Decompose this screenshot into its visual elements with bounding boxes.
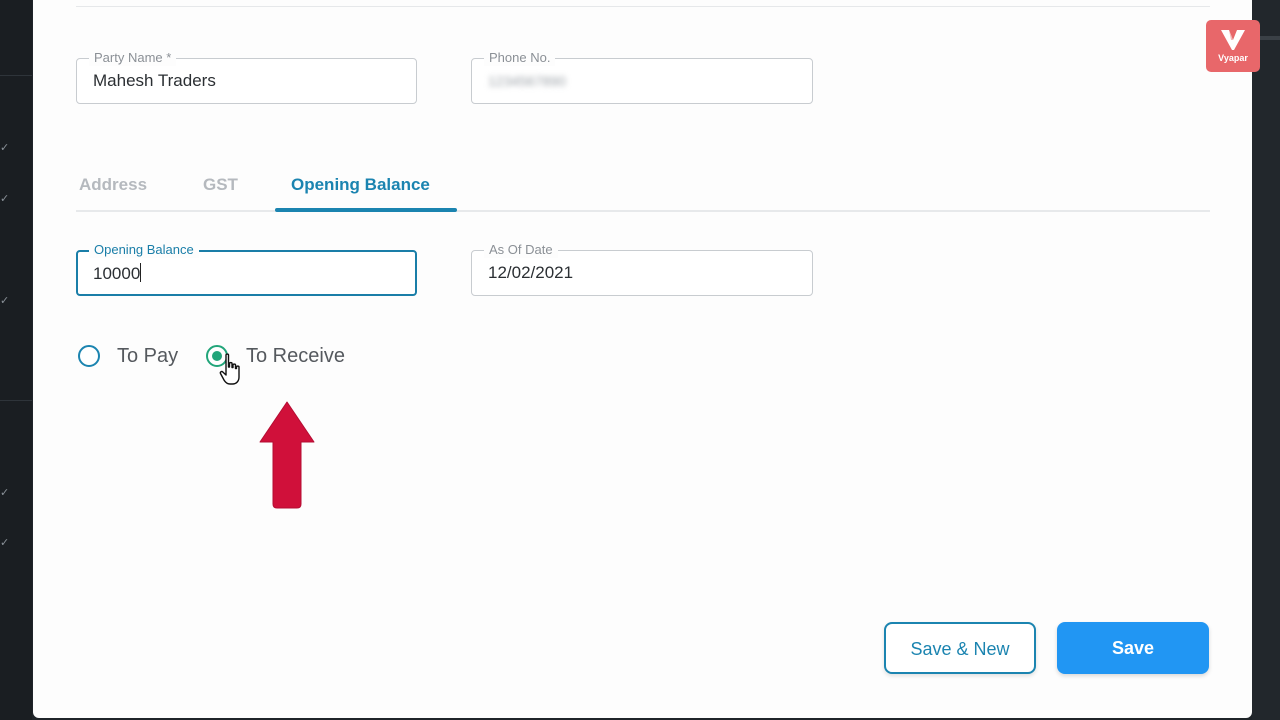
tabs-divider <box>76 210 1210 212</box>
check-icon: ✓ <box>0 486 10 499</box>
to-pay-label[interactable]: To Pay <box>117 344 178 368</box>
party-name-input[interactable]: Mahesh Traders <box>93 71 216 91</box>
opening-balance-value: 10000 <box>93 264 141 283</box>
hand-pointer-icon <box>219 353 243 392</box>
tab-gst[interactable]: GST <box>203 173 238 197</box>
active-tab-indicator <box>275 208 457 212</box>
check-icon: ✓ <box>0 192 10 205</box>
as-of-date-field[interactable]: As Of Date 12/02/2021 <box>471 242 813 296</box>
opening-balance-field[interactable]: Opening Balance 10000 <box>76 242 417 296</box>
up-arrow-icon <box>258 400 316 515</box>
background-app-edge <box>1252 0 1280 720</box>
check-icon: ✓ <box>0 536 10 549</box>
party-name-label: Party Name * <box>89 50 177 66</box>
opening-balance-label: Opening Balance <box>89 242 199 258</box>
divider <box>0 400 32 401</box>
as-of-date-label: As Of Date <box>484 242 558 258</box>
save-and-new-button[interactable]: Save & New <box>884 622 1036 674</box>
divider <box>1260 36 1280 40</box>
as-of-date-input[interactable]: 12/02/2021 <box>488 263 573 283</box>
background-app-sidebar: ✓ ✓ ✓ ✓ ✓ <box>0 0 32 720</box>
text-cursor <box>140 263 142 282</box>
opening-balance-input[interactable]: 10000 <box>93 263 142 284</box>
divider <box>0 75 32 76</box>
to-receive-label[interactable]: To Receive <box>246 344 345 368</box>
to-pay-radio[interactable] <box>78 345 100 367</box>
party-name-field[interactable]: Party Name * Mahesh Traders <box>76 50 417 104</box>
save-button[interactable]: Save <box>1057 622 1209 674</box>
tab-opening-balance[interactable]: Opening Balance <box>291 173 430 197</box>
vyapar-logo-text: Vyapar <box>1218 53 1248 63</box>
check-icon: ✓ <box>0 294 10 307</box>
vyapar-logo: Vyapar <box>1206 20 1260 72</box>
check-icon: ✓ <box>0 141 10 154</box>
header-divider <box>76 6 1210 7</box>
tab-address[interactable]: Address <box>79 173 147 197</box>
phone-label: Phone No. <box>484 50 556 66</box>
vyapar-logo-icon <box>1221 30 1245 50</box>
phone-field[interactable]: Phone No. 1234567890 <box>471 50 813 104</box>
phone-input[interactable]: 1234567890 <box>488 71 566 91</box>
